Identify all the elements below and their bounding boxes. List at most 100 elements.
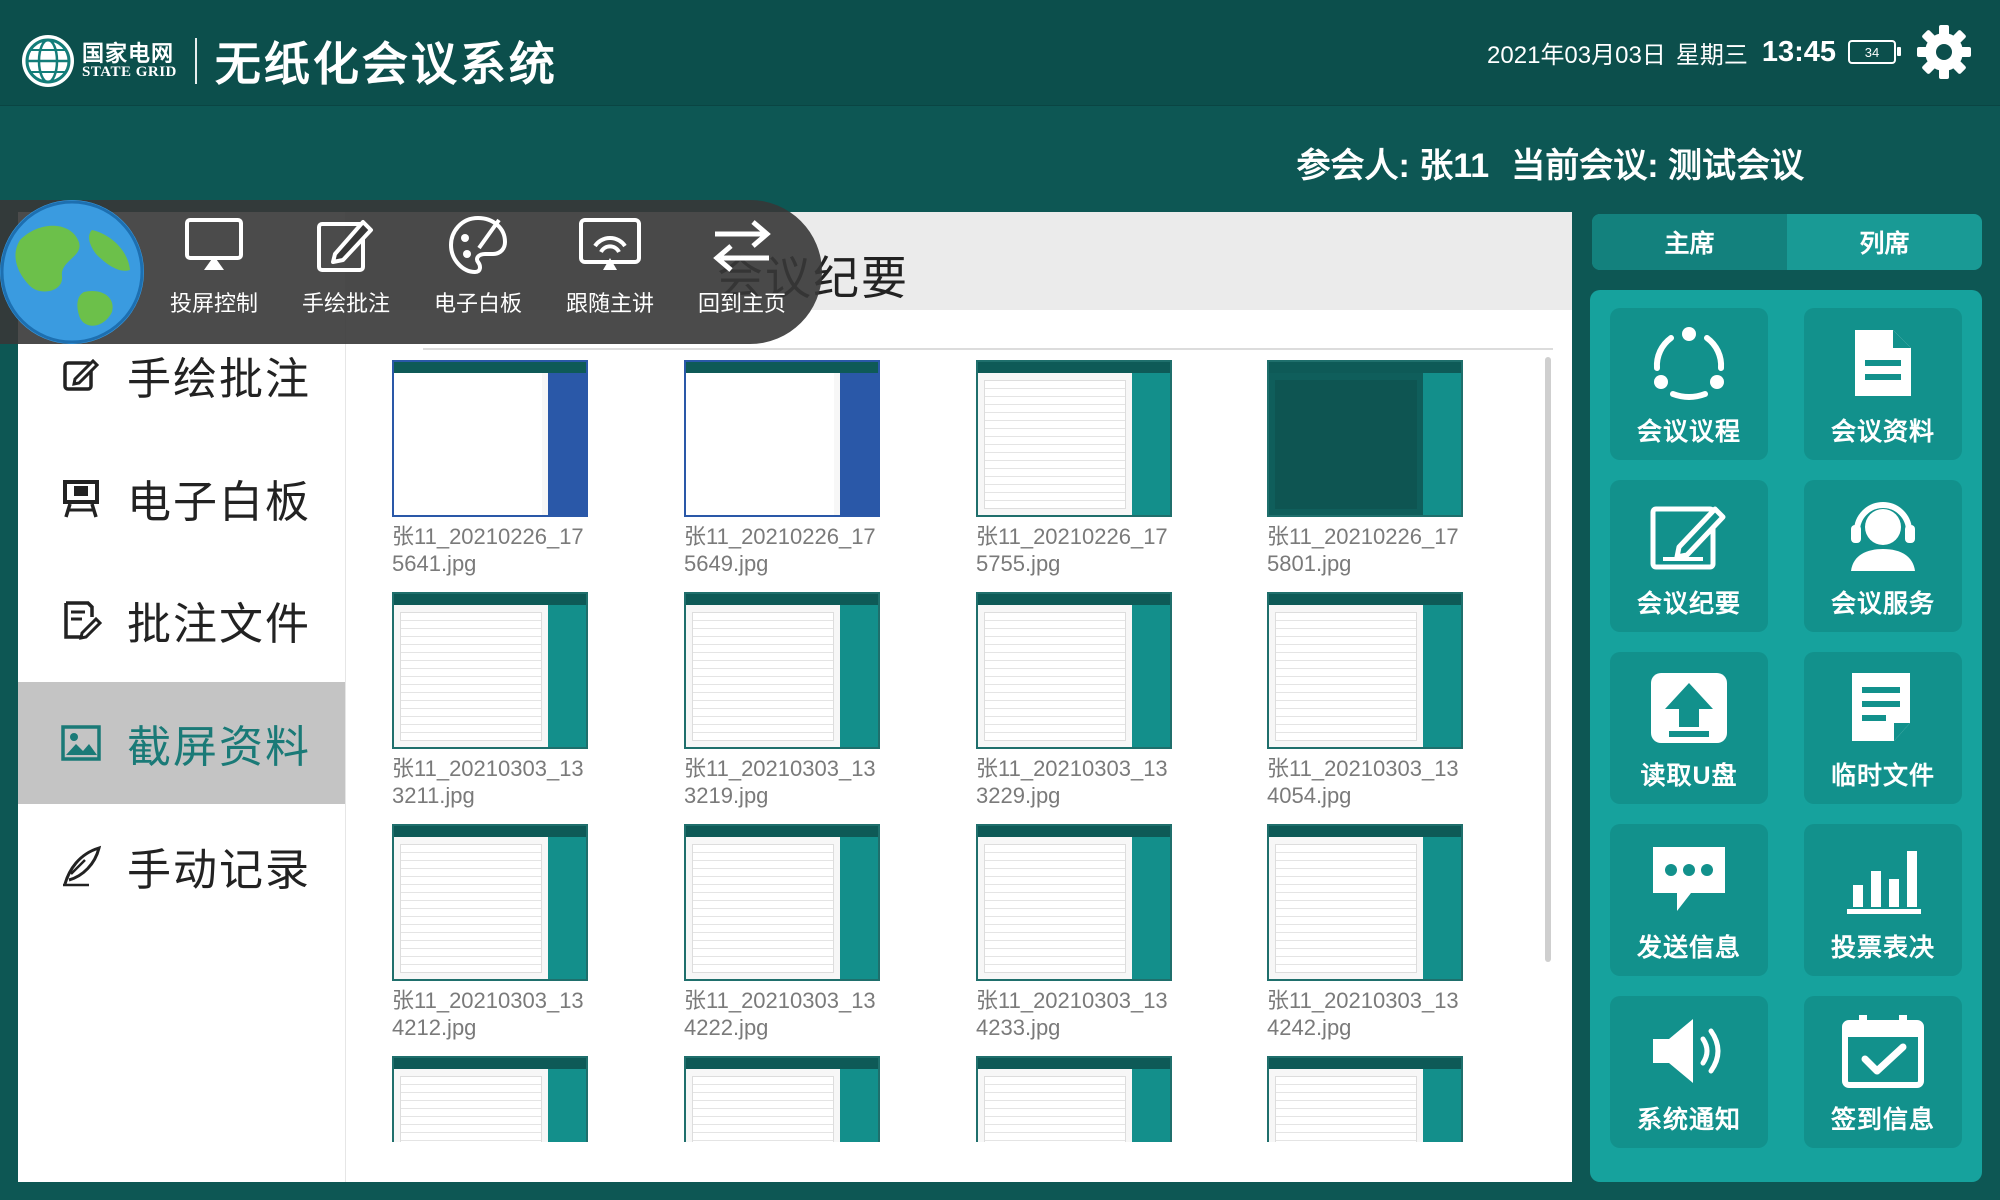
quill-icon — [53, 838, 109, 894]
meeting-info: 参会人: 张11 当前会议: 测试会议 — [1297, 138, 1805, 187]
temp-file-icon — [1837, 668, 1929, 746]
settings-gear-icon[interactable] — [1914, 22, 1974, 82]
screenshot-thumbnail[interactable] — [1267, 1056, 1463, 1142]
tile-meeting-agenda[interactable]: 会议议程 — [1610, 308, 1768, 460]
tile-label: 会议服务 — [1830, 590, 1935, 618]
screenshot-filename: 张11_20210226_175649.jpg — [684, 524, 876, 576]
logo-divider — [194, 38, 197, 84]
document-icon — [1837, 324, 1929, 402]
sidebar-item-screenshots[interactable]: 截屏资料 — [18, 682, 345, 804]
toolbar-label: 跟随主讲 — [565, 291, 654, 316]
screenshot-thumbnail[interactable]: 张11_20210226_175641.jpg — [392, 360, 588, 577]
toolbar-label: 回到主页 — [697, 291, 786, 316]
battery-level: 34 — [1864, 44, 1880, 60]
screenshot-thumbnail[interactable]: 张11_20210303_134054.jpg — [1267, 592, 1463, 809]
tile-label: 签到信息 — [1830, 1106, 1935, 1134]
sidebar-item-label: 批注文件 — [127, 600, 311, 649]
tile-temp-files[interactable]: 临时文件 — [1804, 652, 1962, 804]
return-home-icon — [709, 212, 775, 278]
image-icon — [53, 715, 109, 771]
screenshot-thumbnail[interactable]: 张11_20210303_134242.jpg — [1267, 824, 1463, 1041]
screenshot-thumbnail[interactable]: 张11_20210226_175649.jpg — [684, 360, 880, 577]
tile-send-message[interactable]: 发送信息 — [1610, 824, 1768, 976]
screenshot-preview-image — [976, 1056, 1172, 1142]
annotate-file-icon — [53, 592, 109, 648]
tile-label: 临时文件 — [1830, 762, 1935, 790]
bar-chart-icon — [1837, 840, 1929, 918]
screenshot-thumbnail[interactable]: 张11_20210303_133219.jpg — [684, 592, 880, 809]
main-panel: 会议纪要 手绘批注 电子白板 批注文件 截屏资料 — [18, 212, 1572, 1182]
screenshot-thumbnail[interactable] — [684, 1056, 880, 1142]
follow-presenter-button[interactable]: 跟随主讲 — [550, 212, 670, 318]
sidebar-item-label: 电子白板 — [127, 478, 311, 527]
tile-label: 读取U盘 — [1640, 762, 1738, 790]
whiteboard-button[interactable]: 电子白板 — [418, 212, 538, 318]
tile-meeting-service[interactable]: 会议服务 — [1804, 480, 1962, 632]
status-area: 2021年03月03日 星期三 13:45 34 — [1487, 22, 1974, 82]
app-title: 无纸化会议系统 — [214, 38, 558, 90]
follow-broadcast-icon — [577, 212, 643, 278]
calendar-check-icon — [1837, 1012, 1929, 1090]
tile-system-notice[interactable]: 系统通知 — [1610, 996, 1768, 1148]
screenshot-preview-image — [392, 592, 588, 749]
screenshot-preview-image — [684, 592, 880, 749]
sidebar-item-annotate-file[interactable]: 批注文件 — [18, 559, 345, 681]
headset-service-icon — [1837, 496, 1929, 574]
screenshot-preview-image — [1267, 824, 1463, 981]
tile-meeting-minutes[interactable]: 会议纪要 — [1610, 480, 1768, 632]
battery-icon: 34 — [1848, 40, 1901, 64]
speaker-icon — [1643, 1012, 1735, 1090]
logo-cn-text: 国家电网 — [82, 40, 175, 66]
screenshot-filename: 张11_20210226_175641.jpg — [392, 524, 584, 576]
toolbar-label: 电子白板 — [433, 291, 522, 316]
screenshot-preview-image — [1267, 1056, 1463, 1142]
screenshot-thumbnail[interactable] — [976, 1056, 1172, 1142]
tile-sign-in-info[interactable]: 签到信息 — [1804, 996, 1962, 1148]
screenshot-filename: 张11_20210303_134222.jpg — [684, 988, 876, 1040]
upload-usb-icon — [1643, 668, 1735, 746]
tile-meeting-materials[interactable]: 会议资料 — [1804, 308, 1962, 460]
screenshot-thumbnail[interactable]: 张11_20210303_134233.jpg — [976, 824, 1172, 1041]
tile-voting[interactable]: 投票表决 — [1804, 824, 1962, 976]
cast-screen-button[interactable]: 投屏控制 — [154, 212, 274, 318]
screenshot-filename: 张11_20210303_134054.jpg — [1267, 756, 1459, 808]
screenshot-thumbnail[interactable]: 张11_20210303_133229.jpg — [976, 592, 1172, 809]
screenshot-gallery: 张11_20210226_175641.jpg 张11_20210226_1756… — [345, 352, 1572, 1142]
screenshot-thumbnail[interactable] — [392, 1056, 588, 1142]
tile-label: 系统通知 — [1636, 1106, 1741, 1134]
screenshot-filename: 张11_20210226_175755.jpg — [976, 524, 1168, 576]
whiteboard-icon — [53, 470, 109, 526]
screenshot-filename: 张11_20210303_133211.jpg — [392, 756, 584, 808]
screenshot-thumbnail[interactable]: 张11_20210303_133211.jpg — [392, 592, 588, 809]
content-divider — [423, 348, 1553, 350]
screenshot-thumbnail[interactable]: 张11_20210226_175801.jpg — [1267, 360, 1463, 577]
top-header: 国家电网 STATE GRID 无纸化会议系统 2021年03月03日 星期三 … — [0, 0, 2000, 106]
screenshot-preview-image — [976, 824, 1172, 981]
tile-label: 投票表决 — [1830, 934, 1935, 962]
screenshot-preview-image — [1267, 592, 1463, 749]
screenshot-filename: 张11_20210303_134212.jpg — [392, 988, 584, 1040]
clock-text: 13:45 — [1761, 35, 1836, 68]
date-text: 2021年03月03日 — [1487, 41, 1666, 69]
return-home-button[interactable]: 回到主页 — [682, 212, 802, 318]
attendee-label: 参会人: 张11 — [1296, 147, 1490, 185]
gallery-scrollbar[interactable] — [1545, 357, 1551, 962]
screenshot-thumbnail[interactable]: 张11_20210226_175755.jpg — [976, 360, 1172, 577]
screenshot-preview-image — [976, 360, 1172, 517]
sidebar-item-manual-record[interactable]: 手动记录 — [18, 805, 345, 927]
screenshot-thumbnail[interactable]: 张11_20210303_134212.jpg — [392, 824, 588, 1041]
minutes-edit-icon — [1643, 496, 1735, 574]
hand-annotate-button[interactable]: 手绘批注 — [286, 212, 406, 318]
floating-globe-button[interactable] — [0, 200, 144, 344]
screenshot-filename: 张11_20210303_134242.jpg — [1267, 988, 1459, 1040]
screenshot-thumbnail[interactable]: 张11_20210303_134222.jpg — [684, 824, 880, 1041]
toolbar-label: 手绘批注 — [301, 291, 390, 316]
screenshot-filename: 张11_20210303_133219.jpg — [684, 756, 876, 808]
screenshot-filename: 张11_20210226_175801.jpg — [1267, 524, 1459, 576]
sidebar-item-whiteboard[interactable]: 电子白板 — [18, 437, 345, 559]
screenshot-preview-image — [684, 824, 880, 981]
screenshot-filename: 张11_20210303_134233.jpg — [976, 988, 1168, 1040]
tile-read-usb[interactable]: 读取U盘 — [1610, 652, 1768, 804]
tab-chairman[interactable]: 主席 — [1592, 214, 1787, 270]
tab-attendee[interactable]: 列席 — [1787, 214, 1982, 270]
